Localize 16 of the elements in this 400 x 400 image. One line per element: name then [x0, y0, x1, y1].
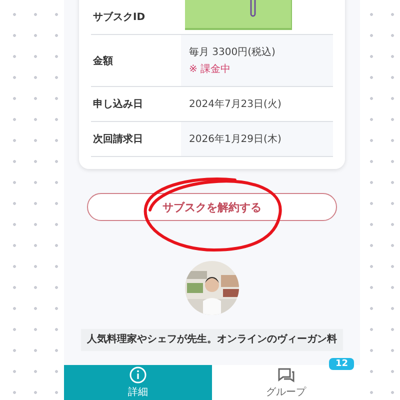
row-label: 金額 — [92, 54, 114, 68]
cancel-subscription-button[interactable]: サブスクを解約する — [87, 193, 337, 221]
count-badge: 12 — [329, 358, 354, 370]
info-icon — [129, 366, 147, 384]
row-label: 申し込み日 — [92, 98, 144, 112]
row-value: 毎月 3300円(税込) — [189, 46, 276, 59]
nav-tab[interactable]: グループ — [212, 365, 360, 400]
paperclip-icon — [248, 0, 258, 18]
nav-tab[interactable]: 詳細 — [64, 365, 212, 400]
row-label: 次回請求日 — [92, 132, 144, 147]
row-value: 2026年1月29日(木) — [189, 132, 282, 146]
status-note: ※ 課金中 — [189, 62, 232, 76]
chat-icon — [277, 366, 295, 384]
school-description: 人気料理家やシェフが先生。オンラインのヴィーガン料 — [81, 329, 343, 351]
row-label: サブスクID — [92, 10, 146, 25]
row-value: 2024年7月23日(火) — [189, 98, 282, 111]
